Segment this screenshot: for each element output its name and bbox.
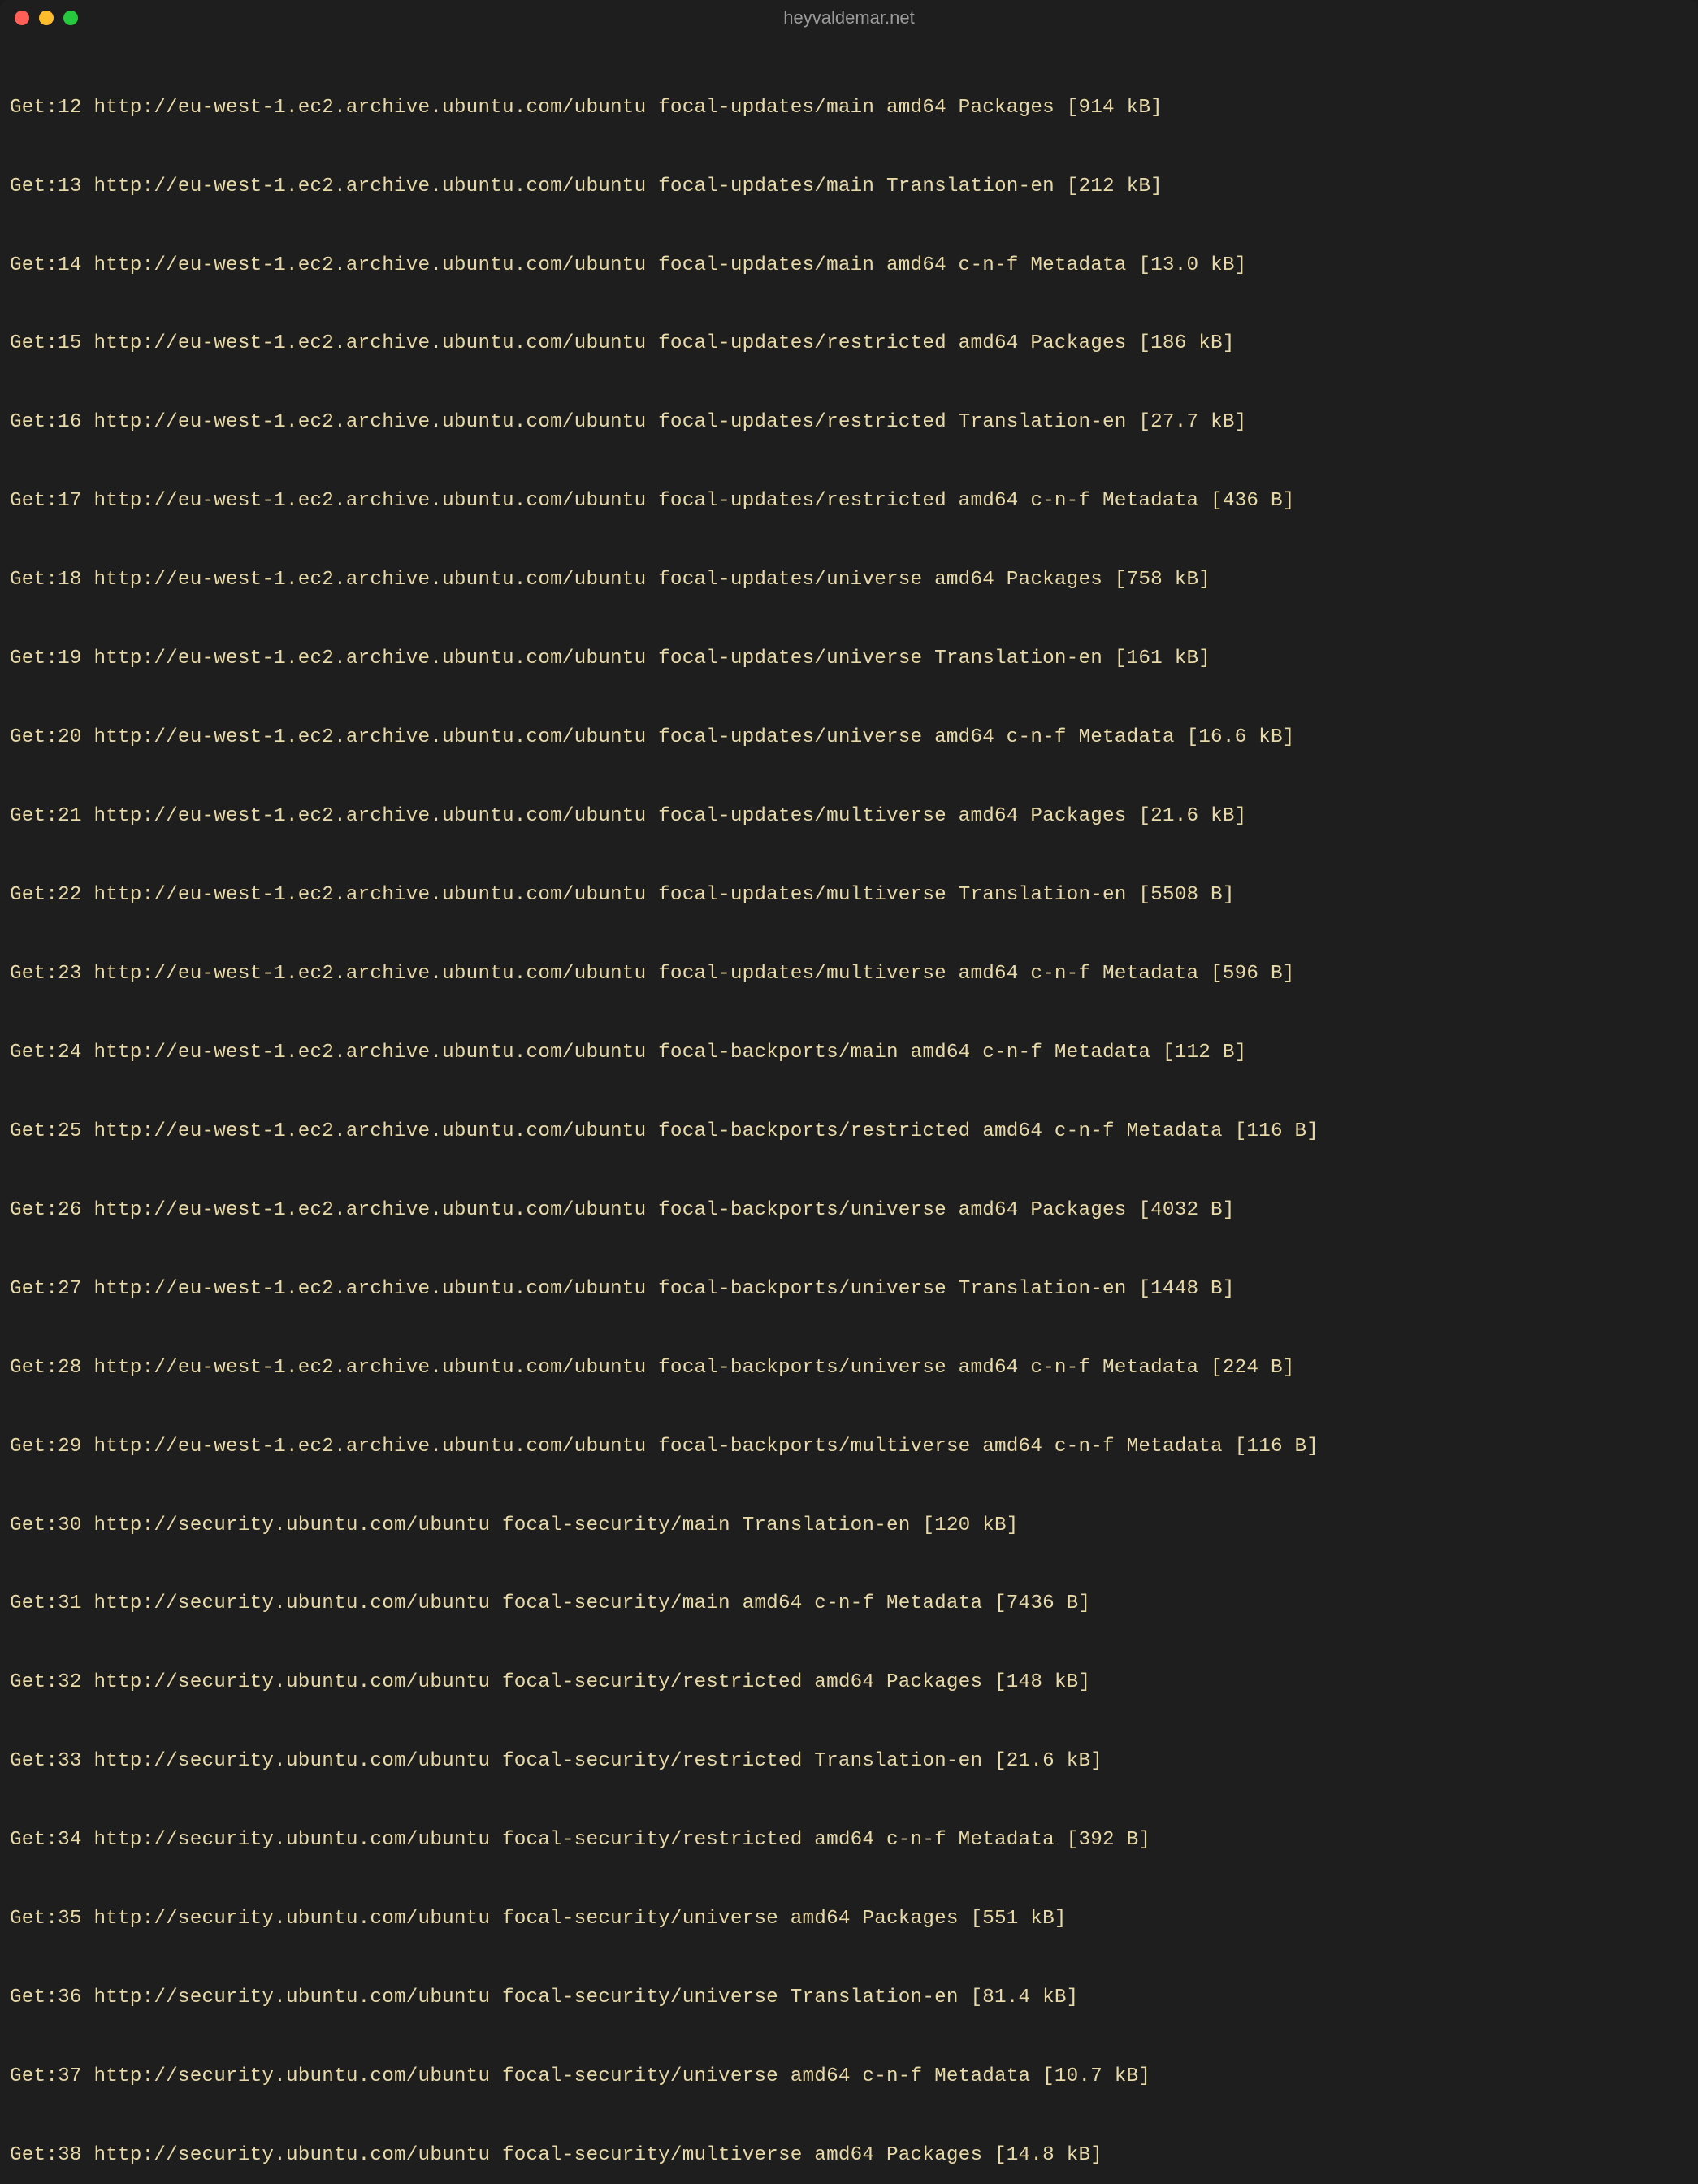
traffic-lights [15,11,78,25]
output-line: Get:16 http://eu-west-1.ec2.archive.ubun… [10,410,1688,436]
output-line: Get:19 http://eu-west-1.ec2.archive.ubun… [10,646,1688,672]
output-line: Get:38 http://security.ubuntu.com/ubuntu… [10,2143,1688,2169]
output-line: Get:32 http://security.ubuntu.com/ubuntu… [10,1670,1688,1696]
terminal-window: heyvaldemar.net Get:12 http://eu-west-1.… [0,0,1698,2184]
output-line: Get:33 http://security.ubuntu.com/ubuntu… [10,1748,1688,1774]
output-line: Get:21 http://eu-west-1.ec2.archive.ubun… [10,804,1688,830]
output-line: Get:22 http://eu-west-1.ec2.archive.ubun… [10,882,1688,908]
output-line: Get:23 http://eu-west-1.ec2.archive.ubun… [10,961,1688,987]
output-line: Get:14 http://eu-west-1.ec2.archive.ubun… [10,253,1688,279]
output-line: Get:30 http://security.ubuntu.com/ubuntu… [10,1513,1688,1539]
output-line: Get:36 http://security.ubuntu.com/ubuntu… [10,1985,1688,2011]
output-line: Get:34 http://security.ubuntu.com/ubuntu… [10,1827,1688,1853]
maximize-icon[interactable] [63,11,78,25]
output-line: Get:13 http://eu-west-1.ec2.archive.ubun… [10,174,1688,200]
terminal-body[interactable]: Get:12 http://eu-west-1.ec2.archive.ubun… [0,36,1698,2184]
output-line: Get:31 http://security.ubuntu.com/ubuntu… [10,1591,1688,1617]
output-line: Get:18 http://eu-west-1.ec2.archive.ubun… [10,567,1688,593]
output-line: Get:17 http://eu-west-1.ec2.archive.ubun… [10,488,1688,514]
output-line: Get:24 http://eu-west-1.ec2.archive.ubun… [10,1040,1688,1066]
title-bar: heyvaldemar.net [0,0,1698,36]
output-line: Get:15 http://eu-west-1.ec2.archive.ubun… [10,331,1688,357]
output-line: Get:26 http://eu-west-1.ec2.archive.ubun… [10,1198,1688,1224]
minimize-icon[interactable] [39,11,54,25]
output-line: Get:29 http://eu-west-1.ec2.archive.ubun… [10,1434,1688,1460]
output-line: Get:35 http://security.ubuntu.com/ubuntu… [10,1906,1688,1932]
output-line: Get:28 http://eu-west-1.ec2.archive.ubun… [10,1355,1688,1381]
output-line: Get:20 http://eu-west-1.ec2.archive.ubun… [10,725,1688,751]
output-line: Get:12 http://eu-west-1.ec2.archive.ubun… [10,95,1688,121]
window-title: heyvaldemar.net [783,7,914,28]
output-line: Get:27 http://eu-west-1.ec2.archive.ubun… [10,1276,1688,1302]
output-line: Get:37 http://security.ubuntu.com/ubuntu… [10,2064,1688,2090]
output-line: Get:25 http://eu-west-1.ec2.archive.ubun… [10,1119,1688,1145]
close-icon[interactable] [15,11,29,25]
